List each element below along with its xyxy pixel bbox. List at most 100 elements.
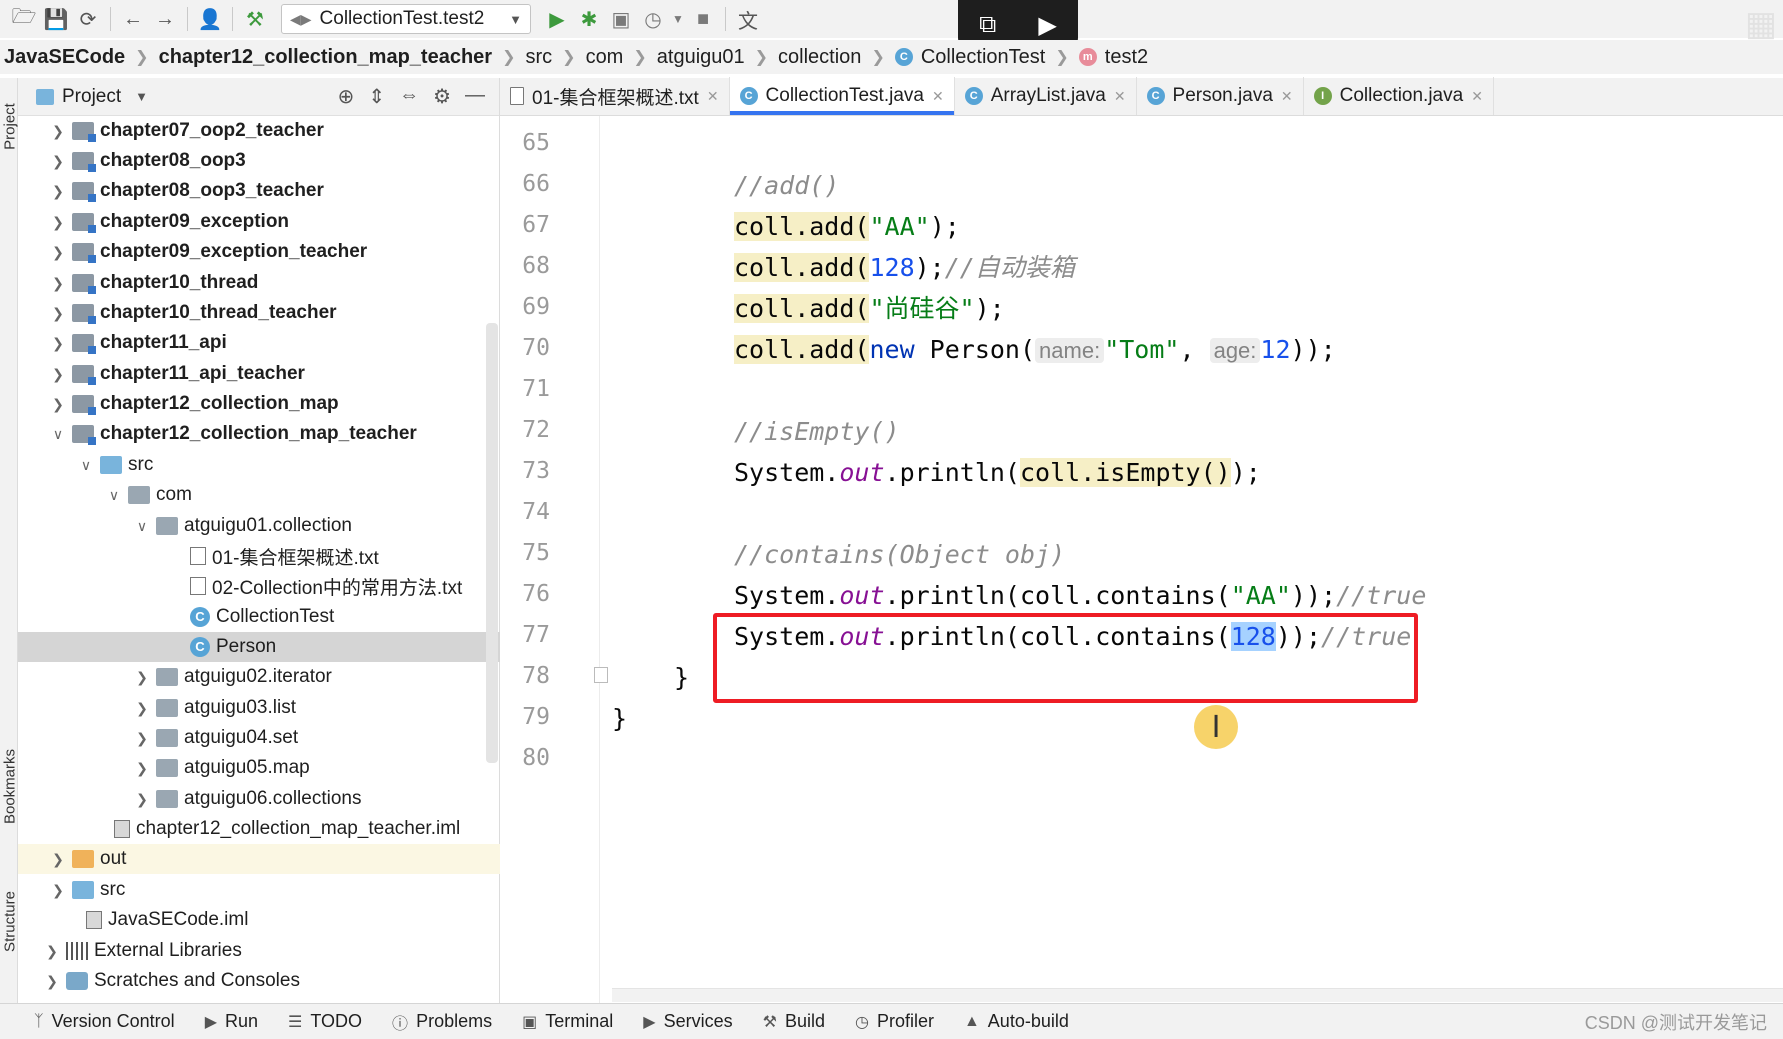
chevron-right-icon[interactable]: ❯ xyxy=(132,760,152,777)
project-tool-tab[interactable]: Project xyxy=(2,87,19,167)
chevron-right-icon[interactable]: ❯ xyxy=(48,275,68,292)
chevron-down-icon[interactable]: ▼ xyxy=(669,4,687,34)
target-icon[interactable]: ⊕ xyxy=(338,84,355,109)
video-play-icon[interactable]: ▶ xyxy=(1038,11,1056,40)
close-icon[interactable]: ✕ xyxy=(1471,88,1483,105)
run-icon[interactable]: ▶ xyxy=(541,4,573,34)
sync-icon[interactable]: ⟳ xyxy=(72,4,104,34)
chevron-right-icon[interactable]: ❯ xyxy=(42,943,62,960)
chevron-down-icon[interactable]: ∨ xyxy=(76,457,96,474)
tree-item[interactable]: ❯ chapter11_api xyxy=(18,328,500,358)
tree-item[interactable]: ❯ chapter09_exception xyxy=(18,207,500,237)
structure-tool-tab[interactable]: Structure xyxy=(2,882,19,962)
terminal-button[interactable]: ▣ Terminal xyxy=(522,1011,613,1032)
tree-item[interactable]: ❯ chapter08_oop3_teacher xyxy=(18,176,500,206)
chevron-right-icon[interactable]: ❯ xyxy=(132,791,152,808)
chevron-right-icon[interactable]: ❯ xyxy=(132,669,152,686)
minimize-icon[interactable]: — xyxy=(465,84,485,109)
chevron-right-icon[interactable]: ❯ xyxy=(48,305,68,322)
chevron-right-icon[interactable]: ❯ xyxy=(48,366,68,383)
chevron-down-icon[interactable]: ∨ xyxy=(48,426,68,443)
tab-intro-txt[interactable]: 01-集合框架概述.txt ✕ xyxy=(500,77,730,115)
tree-item[interactable]: ❯ chapter10_thread xyxy=(18,268,500,298)
tree-item[interactable]: C CollectionTest xyxy=(18,602,500,632)
forward-arrow-icon[interactable]: → xyxy=(149,4,181,34)
services-button[interactable]: ▶ Services xyxy=(643,1011,732,1032)
coverage-icon[interactable]: ▣ xyxy=(605,4,637,34)
tab-collection[interactable]: I Collection.java ✕ xyxy=(1304,77,1494,115)
tree-item[interactable]: ❯ chapter09_exception_teacher xyxy=(18,237,500,267)
tree-item-selected[interactable]: C Person xyxy=(18,632,500,662)
run-configuration-select[interactable]: ◀▶ CollectionTest.test2 ▼ xyxy=(281,4,531,34)
tree-item[interactable]: ∨ src xyxy=(18,450,500,480)
folder-icon[interactable]: 🗁 xyxy=(8,4,40,34)
tree-item[interactable]: ❯ chapter10_thread_teacher xyxy=(18,298,500,328)
expand-all-icon[interactable]: ⇕ xyxy=(368,84,385,109)
tree-item[interactable]: ❯ atguigu02.iterator xyxy=(18,662,500,692)
tab-person[interactable]: C Person.java ✕ xyxy=(1137,77,1304,115)
breadcrumb-item[interactable]: src xyxy=(525,46,552,69)
auto-build-button[interactable]: ▲ Auto-build xyxy=(964,1011,1069,1032)
tree-item[interactable]: JavaSECode.iml xyxy=(18,905,500,935)
close-icon[interactable]: ✕ xyxy=(1114,88,1126,105)
debug-bug-icon[interactable]: ✱ xyxy=(573,4,605,34)
chevron-right-icon[interactable]: ❯ xyxy=(48,183,68,200)
tree-item[interactable]: ❯ atguigu05.map xyxy=(18,753,500,783)
tree-item[interactable]: ❯ chapter11_api_teacher xyxy=(18,359,500,389)
tree-item[interactable]: ∨ atguigu01.collection xyxy=(18,511,500,541)
tree-item[interactable]: chapter12_collection_map_teacher.iml xyxy=(18,814,500,844)
breadcrumb-item[interactable]: JavaSECode xyxy=(4,46,125,69)
tree-item[interactable]: ❯ External Libraries xyxy=(18,936,500,966)
chevron-down-icon[interactable]: ∨ xyxy=(104,487,124,504)
tree-item[interactable]: ❯ src xyxy=(18,875,500,905)
save-icon[interactable]: 💾 xyxy=(40,4,72,34)
breadcrumb-item[interactable]: chapter12_collection_map_teacher xyxy=(159,46,493,69)
tree-item[interactable]: ❯ chapter07_oop2_teacher xyxy=(18,116,500,146)
chevron-right-icon[interactable]: ❯ xyxy=(48,882,68,899)
tree-item[interactable]: ❯ out xyxy=(18,844,500,874)
tree-item[interactable]: ∨ chapter12_collection_map_teacher xyxy=(18,419,500,449)
tree-item[interactable]: ∨ com xyxy=(18,480,500,510)
breadcrumb-item[interactable]: test2 xyxy=(1105,46,1148,69)
breadcrumb-item[interactable]: CollectionTest xyxy=(921,46,1046,69)
tree-item[interactable]: 02-Collection中的常用方法.txt xyxy=(18,571,500,601)
stop-icon[interactable]: ■ xyxy=(687,4,719,34)
chevron-right-icon[interactable]: ❯ xyxy=(48,153,68,170)
tree-item[interactable]: 01-集合框架概述.txt xyxy=(18,541,500,571)
build-button[interactable]: ⚒ Build xyxy=(763,1011,825,1032)
close-icon[interactable]: ✕ xyxy=(707,88,719,105)
collapse-all-icon[interactable]: ⇔ xyxy=(399,84,419,109)
code-editor[interactable]: 65 66 67 68 69 70 71 72 73 74 75 76 77 7… xyxy=(500,116,1783,1003)
user-icon[interactable]: 👤 xyxy=(194,4,226,34)
chevron-right-icon[interactable]: ❯ xyxy=(132,730,152,747)
chevron-right-icon[interactable]: ❯ xyxy=(48,214,68,231)
back-arrow-icon[interactable]: ← xyxy=(117,4,149,34)
code-area[interactable]: //add() coll.add("AA"); coll.add(128);//… xyxy=(600,116,1783,1003)
chevron-right-icon[interactable]: ❯ xyxy=(42,973,62,990)
tab-collectiontest[interactable]: C CollectionTest.java ✕ xyxy=(729,77,955,115)
tree-item[interactable]: ❯ atguigu06.collections xyxy=(18,784,500,814)
profile-icon[interactable]: ◷ xyxy=(637,4,669,34)
chevron-right-icon[interactable]: ❯ xyxy=(48,123,68,140)
tree-item[interactable]: ❯ atguigu03.list xyxy=(18,693,500,723)
run-button[interactable]: ▶ Run xyxy=(205,1011,258,1032)
chevron-right-icon[interactable]: ❯ xyxy=(132,700,152,717)
chevron-down-icon[interactable]: ▼ xyxy=(135,89,148,104)
close-icon[interactable]: ✕ xyxy=(932,88,944,105)
build-hammer-icon[interactable]: ⚒ xyxy=(239,4,271,34)
chevron-right-icon[interactable]: ❯ xyxy=(48,851,68,868)
tree-scrollbar[interactable] xyxy=(486,323,498,763)
todo-button[interactable]: ☰ TODO xyxy=(288,1011,362,1032)
tree-item[interactable]: ❯ atguigu04.set xyxy=(18,723,500,753)
tab-arraylist[interactable]: C ArrayList.java ✕ xyxy=(955,77,1137,115)
translate-icon[interactable]: 文 xyxy=(732,4,764,34)
pip-icon[interactable]: ⧉ xyxy=(979,11,996,39)
chevron-right-icon[interactable]: ❯ xyxy=(48,396,68,413)
bookmarks-tool-tab[interactable]: Bookmarks xyxy=(2,747,19,827)
problems-button[interactable]: ⓘ Problems xyxy=(392,1010,492,1034)
project-panel-title[interactable]: Project xyxy=(62,86,121,108)
tree-item[interactable]: ❯ chapter12_collection_map xyxy=(18,389,500,419)
gear-icon[interactable]: ⚙ xyxy=(433,84,451,109)
chevron-right-icon[interactable]: ❯ xyxy=(48,244,68,261)
profiler-button[interactable]: ◷ Profiler xyxy=(855,1011,934,1032)
